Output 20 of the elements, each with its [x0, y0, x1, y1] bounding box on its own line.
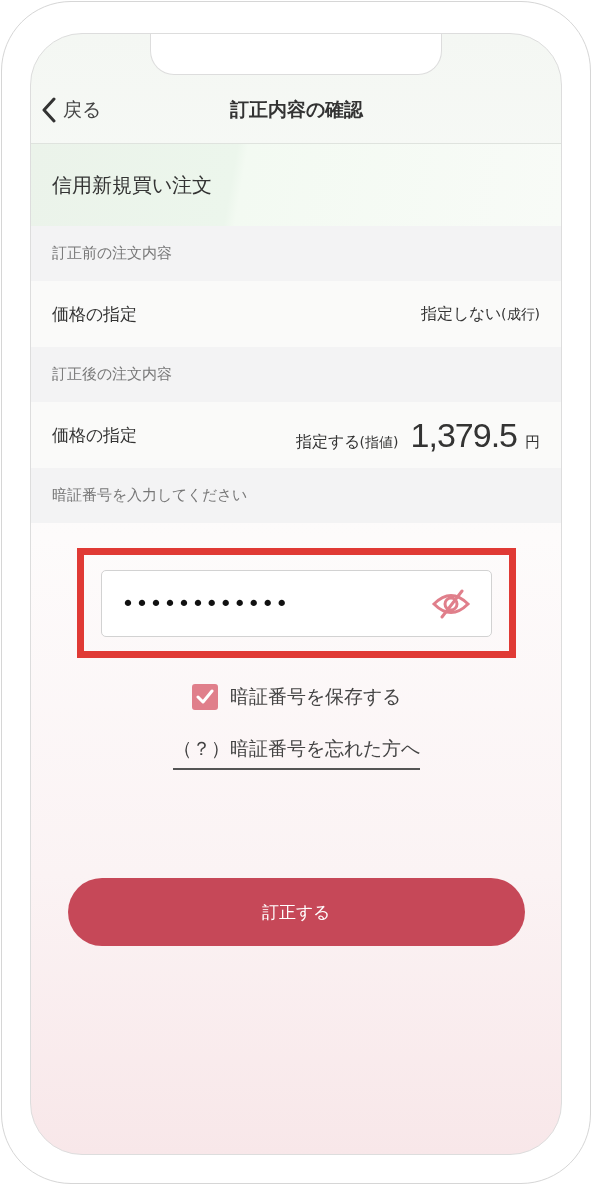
section-heading: 訂正後の注文内容 — [31, 347, 561, 402]
eye-slash-icon[interactable] — [430, 588, 471, 619]
screen-title: 訂正内容の確認 — [229, 96, 363, 122]
save-checkbox[interactable] — [191, 684, 218, 710]
row-label: 価格の指定 — [52, 423, 137, 447]
submit-button[interactable]: 訂正する — [67, 878, 525, 946]
checkbox-label: 暗証番号を保存する — [229, 684, 401, 709]
currency-unit: 円 — [525, 432, 540, 452]
password-field[interactable]: •••••••••••• — [100, 570, 492, 637]
value-note: (成行) — [501, 305, 540, 324]
section-heading: 訂正前の注文内容 — [31, 226, 561, 281]
row-value: 指定しない — [421, 303, 502, 325]
chevron-left-icon — [41, 96, 57, 123]
row-value: 指定する — [295, 431, 360, 453]
back-button[interactable]: 戻る — [41, 96, 101, 123]
value-note: (指値) — [359, 433, 399, 452]
price-value: 1,379.5 — [410, 415, 517, 455]
section-heading: 暗証番号を入力してください — [31, 468, 561, 523]
row-label: 価格の指定 — [52, 302, 137, 326]
forgot-pin-link[interactable]: （？）暗証番号を忘れた方へ — [172, 736, 420, 770]
